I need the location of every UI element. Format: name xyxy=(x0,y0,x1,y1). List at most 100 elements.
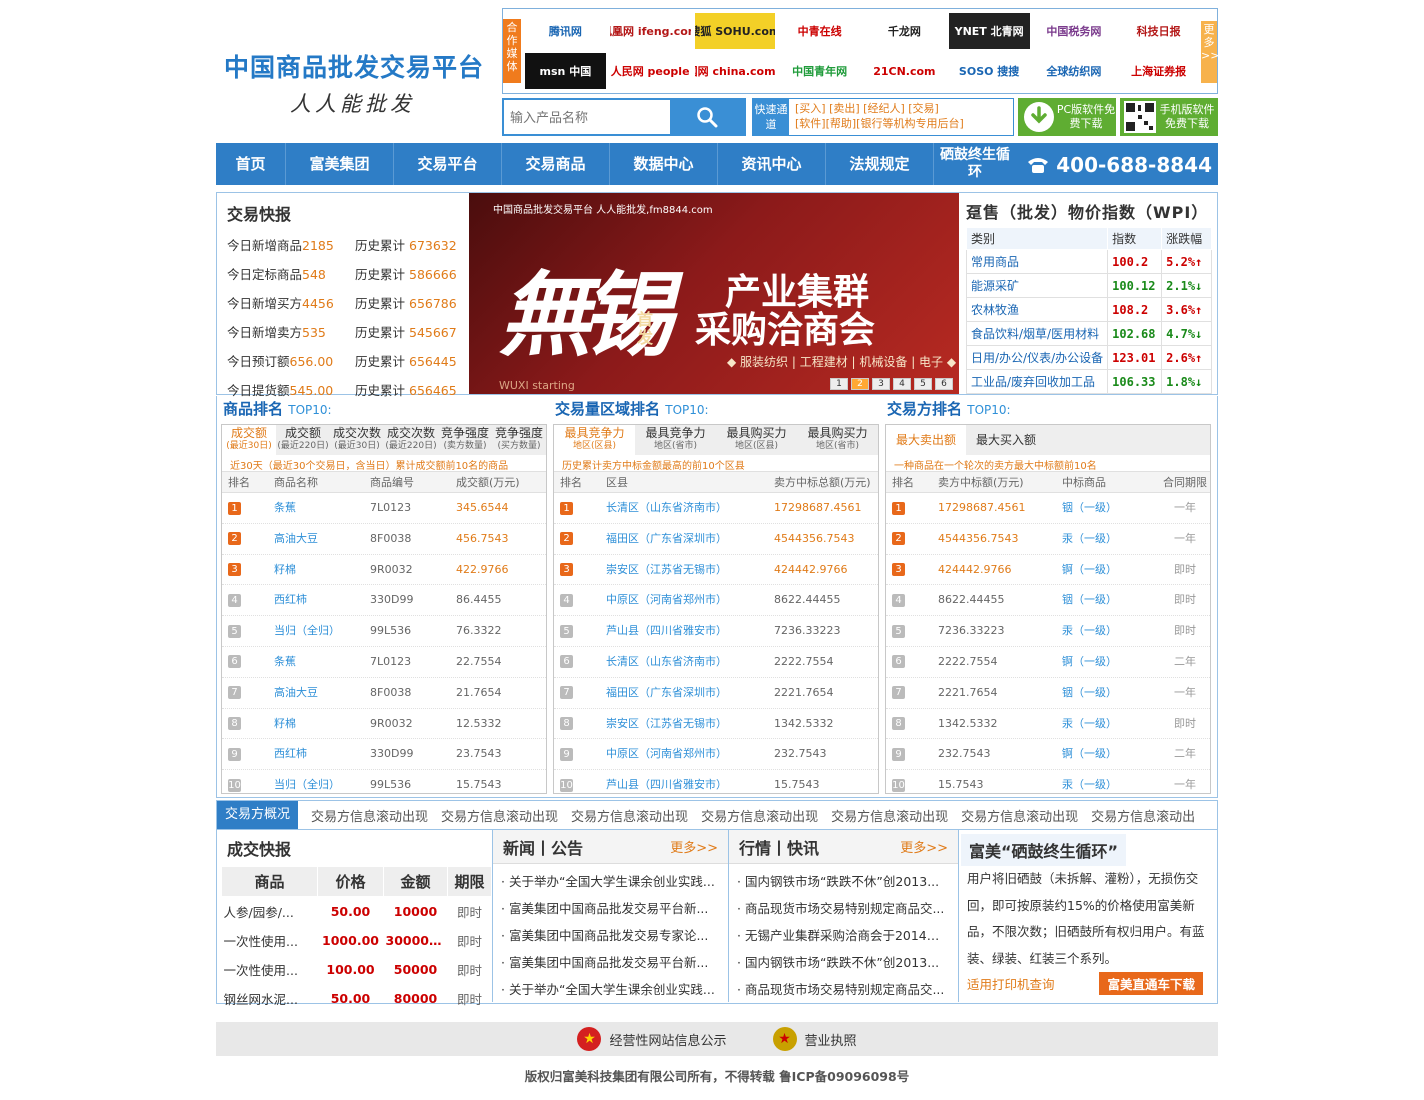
media-logo[interactable]: 中国青年网 xyxy=(779,53,860,89)
region-link[interactable]: 芦山县（四川省雅安市） xyxy=(606,770,774,800)
ranking-tab[interactable]: 最大买入额 xyxy=(966,425,1046,455)
market-item[interactable]: · 无锡产业集群采购洽商会于2014年... xyxy=(737,922,950,949)
search-button[interactable] xyxy=(670,100,744,134)
region-link[interactable]: 崇安区（江苏省无锡市） xyxy=(606,709,774,739)
wpi-category[interactable]: 能源采矿 xyxy=(965,273,1109,298)
product-name-link[interactable]: 当归（全归） xyxy=(274,770,370,800)
business-license-link[interactable]: ★ 营业执照 xyxy=(772,1027,857,1051)
nav-item[interactable]: 交易平台 xyxy=(394,143,502,185)
ranking-tab[interactable]: 成交次数 (最近30日) xyxy=(330,425,384,455)
news-item[interactable]: · 关于举办“全国大学生课余创业实践... xyxy=(501,868,720,895)
region-link[interactable]: 长清区（山东省济南市） xyxy=(606,647,774,677)
trader-product-link[interactable]: 铟（一级） xyxy=(1062,678,1160,708)
wpi-category[interactable]: 日用/办公/仪表/办公设备 xyxy=(965,345,1109,370)
banner-page-button[interactable]: 2 xyxy=(851,378,869,390)
trader-product-link[interactable]: 铟（一级） xyxy=(1062,585,1160,615)
scroller-item[interactable]: 交易方信息滚动出现 xyxy=(571,806,688,825)
market-item[interactable]: · 国内钢铁市场“跌跌不休”创2013... xyxy=(737,949,950,976)
deal-product[interactable]: 一次性使用... xyxy=(222,955,318,984)
deal-product[interactable]: 钢丝网水泥... xyxy=(222,984,318,1013)
trader-product-link[interactable]: 铟（一级） xyxy=(1062,493,1160,523)
region-link[interactable]: 崇安区（江苏省无锡市） xyxy=(606,555,774,585)
mobile-download-button[interactable]: 手机版软件免费下载 xyxy=(1120,98,1218,136)
product-name-link[interactable]: 籽棉 xyxy=(274,709,370,739)
nav-item[interactable]: 首页 xyxy=(216,143,286,185)
banner-page-button[interactable]: 4 xyxy=(893,378,911,390)
trader-product-link[interactable]: 锕（一级） xyxy=(1062,739,1160,769)
media-logo[interactable]: SOSO 搜搜 xyxy=(949,53,1030,89)
nav-item[interactable]: 资讯中心 xyxy=(718,143,826,185)
market-item[interactable]: · 商品现货市场交易特别规定商品交... xyxy=(737,976,950,1003)
product-name-link[interactable]: 高油大豆 xyxy=(274,524,370,554)
deal-product[interactable]: 一次性使用... xyxy=(222,926,318,955)
market-more-link[interactable]: 更多>> xyxy=(900,837,948,856)
media-logo[interactable]: 人民网 people xyxy=(610,53,691,89)
media-logo[interactable]: 中青在线 xyxy=(779,13,860,49)
product-name-link[interactable]: 条蕉 xyxy=(274,493,370,523)
scroller-item[interactable]: 交易方信息滚动出现 xyxy=(441,806,558,825)
banner-page-button[interactable]: 5 xyxy=(914,378,932,390)
media-logo[interactable]: msn 中国 xyxy=(525,53,606,89)
deal-product[interactable]: 人参/园参/... xyxy=(222,897,318,927)
media-logo[interactable]: 中国网 china.com.cn xyxy=(695,53,776,89)
media-logo[interactable]: 腾讯网 xyxy=(525,13,606,49)
media-logo[interactable]: 千龙网 xyxy=(864,13,945,49)
scroller-item[interactable]: 交易方信息滚动出 xyxy=(1091,806,1195,825)
market-item[interactable]: · 国内钢铁市场“跌跌不休”创2013... xyxy=(737,868,950,895)
wpi-category[interactable]: 常用商品 xyxy=(965,249,1109,274)
ranking-tab[interactable]: 竞争强度 (卖方数量) xyxy=(438,425,492,455)
pc-download-button[interactable]: PC版软件免费下载 xyxy=(1018,98,1116,136)
scroller-item[interactable]: 交易方信息滚动出现 xyxy=(701,806,818,825)
region-link[interactable]: 芦山县（四川省雅安市） xyxy=(606,616,774,646)
scroller-item[interactable]: 交易方信息滚动出现 xyxy=(961,806,1078,825)
media-logo[interactable]: 凤凰网 ifeng.com xyxy=(610,13,691,49)
media-logo[interactable]: YNET 北青网 xyxy=(948,13,1030,49)
trader-product-link[interactable]: 汞（一级） xyxy=(1062,524,1160,554)
scroller-tag[interactable]: 交易方概况 xyxy=(217,801,299,829)
ranking-tab[interactable]: 最具购买力 地区(区县) xyxy=(716,425,797,455)
nav-item[interactable]: 法规规定 xyxy=(826,143,934,185)
ranking-tab[interactable]: 最具竞争力 地区(省市) xyxy=(635,425,716,455)
promo-banner[interactable]: 中国商品批发交易平台 人人能批发,fm8844.com 無锡 首发 产业集群 采… xyxy=(469,193,959,394)
media-logo[interactable]: 搜狐 SOHU.com xyxy=(694,13,776,49)
trader-product-link[interactable]: 汞（一级） xyxy=(1062,616,1160,646)
ranking-tab[interactable]: 最具购买力 地区(省市) xyxy=(797,425,878,455)
wpi-category[interactable]: 农林牧渔 xyxy=(965,297,1109,322)
wpi-category[interactable]: 食品饮料/烟草/医用材料 xyxy=(965,321,1109,346)
product-name-link[interactable]: 西红柿 xyxy=(274,585,370,615)
ranking-tab[interactable]: 最具竞争力 地区(区县) xyxy=(554,425,635,455)
media-logo[interactable]: 科技日报 xyxy=(1118,13,1199,49)
media-logo[interactable]: 上海证券报 xyxy=(1118,53,1199,89)
wpi-category[interactable]: 工业品/废弃回收加工品 xyxy=(965,369,1109,394)
ranking-tab[interactable]: 最大卖出额 xyxy=(886,425,967,455)
ranking-tab[interactable]: 成交次数 (最近220日) xyxy=(384,425,438,455)
trader-product-link[interactable]: 汞（一级） xyxy=(1062,770,1160,800)
region-link[interactable]: 福田区（广东省深圳市） xyxy=(606,678,774,708)
banner-page-button[interactable]: 1 xyxy=(830,378,848,390)
region-link[interactable]: 长清区（山东省济南市） xyxy=(606,493,774,523)
scroller-item[interactable]: 交易方信息滚动出现 xyxy=(311,806,428,825)
product-name-link[interactable]: 高油大豆 xyxy=(274,678,370,708)
quick-links-line-2[interactable]: [软件][帮助][银行等机构专用后台] xyxy=(795,116,1007,131)
news-more-link[interactable]: 更多>> xyxy=(670,837,718,856)
trader-product-link[interactable]: 汞（一级） xyxy=(1062,709,1160,739)
quick-access-links[interactable]: [买入] [卖出] [经纪人] [交易] [软件][帮助][银行等机构专用后台] xyxy=(789,99,1013,135)
partner-media-more-button[interactable]: 更多>> xyxy=(1201,21,1219,83)
region-link[interactable]: 福田区（广东省深圳市） xyxy=(606,524,774,554)
scroller-item[interactable]: 交易方信息滚动出现 xyxy=(831,806,948,825)
product-name-link[interactable]: 西红柿 xyxy=(274,739,370,769)
nav-item-cartridge-cycle[interactable]: 硒鼓终生循环 xyxy=(934,147,1016,181)
nav-item[interactable]: 数据中心 xyxy=(610,143,718,185)
product-name-link[interactable]: 条蕉 xyxy=(274,647,370,677)
news-item[interactable]: · 富美集团中国商品批发交易专家论... xyxy=(501,922,720,949)
product-name-link[interactable]: 当归（全归） xyxy=(274,616,370,646)
banner-page-button[interactable]: 6 xyxy=(935,378,953,390)
region-link[interactable]: 中原区（河南省郑州市） xyxy=(606,739,774,769)
media-logo[interactable]: 全球纺织网 xyxy=(1034,53,1115,89)
quick-links-line-1[interactable]: [买入] [卖出] [经纪人] [交易] xyxy=(795,101,1007,116)
product-name-link[interactable]: 籽棉 xyxy=(274,555,370,585)
nav-item[interactable]: 富美集团 xyxy=(286,143,394,185)
news-item[interactable]: · 富美集团中国商品批发交易平台新... xyxy=(501,949,720,976)
news-item[interactable]: · 富美集团中国商品批发交易平台新... xyxy=(501,895,720,922)
region-link[interactable]: 中原区（河南省郑州市） xyxy=(606,585,774,615)
